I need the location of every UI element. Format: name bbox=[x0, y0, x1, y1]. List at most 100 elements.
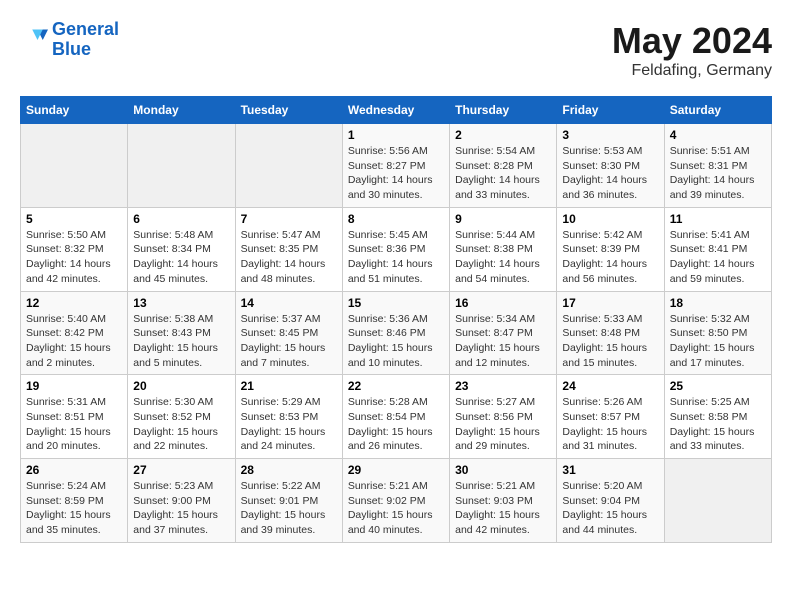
calendar-cell bbox=[128, 124, 235, 208]
col-header-monday: Monday bbox=[128, 97, 235, 124]
day-info: Sunrise: 5:56 AM Sunset: 8:27 PM Dayligh… bbox=[348, 144, 444, 203]
day-number: 12 bbox=[26, 296, 122, 310]
calendar-cell: 18 Sunrise: 5:32 AM Sunset: 8:50 PM Dayli… bbox=[664, 291, 771, 375]
day-number: 21 bbox=[241, 379, 337, 393]
day-info: Sunrise: 5:47 AM Sunset: 8:35 PM Dayligh… bbox=[241, 228, 337, 287]
day-number: 3 bbox=[562, 128, 658, 142]
calendar-cell: 12 Sunrise: 5:40 AM Sunset: 8:42 PM Dayli… bbox=[21, 291, 128, 375]
day-number: 9 bbox=[455, 212, 551, 226]
col-header-thursday: Thursday bbox=[450, 97, 557, 124]
day-info: Sunrise: 5:31 AM Sunset: 8:51 PM Dayligh… bbox=[26, 395, 122, 454]
day-number: 16 bbox=[455, 296, 551, 310]
day-info: Sunrise: 5:41 AM Sunset: 8:41 PM Dayligh… bbox=[670, 228, 766, 287]
col-header-sunday: Sunday bbox=[21, 97, 128, 124]
day-info: Sunrise: 5:38 AM Sunset: 8:43 PM Dayligh… bbox=[133, 312, 229, 371]
calendar-week-2: 5Sunrise: 5:50 AM Sunset: 8:32 PM Daylig… bbox=[21, 207, 772, 291]
calendar-cell: 4 Sunrise: 5:51 AM Sunset: 8:31 PM Daylig… bbox=[664, 124, 771, 208]
calendar-cell: 5Sunrise: 5:50 AM Sunset: 8:32 PM Daylig… bbox=[21, 207, 128, 291]
day-info: Sunrise: 5:45 AM Sunset: 8:36 PM Dayligh… bbox=[348, 228, 444, 287]
day-number: 28 bbox=[241, 463, 337, 477]
calendar-cell: 6 Sunrise: 5:48 AM Sunset: 8:34 PM Daylig… bbox=[128, 207, 235, 291]
day-info: Sunrise: 5:32 AM Sunset: 8:50 PM Dayligh… bbox=[670, 312, 766, 371]
day-info: Sunrise: 5:37 AM Sunset: 8:45 PM Dayligh… bbox=[241, 312, 337, 371]
day-number: 24 bbox=[562, 379, 658, 393]
day-info: Sunrise: 5:26 AM Sunset: 8:57 PM Dayligh… bbox=[562, 395, 658, 454]
day-info: Sunrise: 5:22 AM Sunset: 9:01 PM Dayligh… bbox=[241, 479, 337, 538]
day-number: 7 bbox=[241, 212, 337, 226]
calendar-cell: 17 Sunrise: 5:33 AM Sunset: 8:48 PM Dayli… bbox=[557, 291, 664, 375]
day-number: 23 bbox=[455, 379, 551, 393]
calendar-cell: 14Sunrise: 5:37 AM Sunset: 8:45 PM Dayli… bbox=[235, 291, 342, 375]
calendar-cell: 16Sunrise: 5:34 AM Sunset: 8:47 PM Dayli… bbox=[450, 291, 557, 375]
col-header-saturday: Saturday bbox=[664, 97, 771, 124]
calendar-cell: 29 Sunrise: 5:21 AM Sunset: 9:02 PM Dayli… bbox=[342, 459, 449, 543]
calendar-cell: 28 Sunrise: 5:22 AM Sunset: 9:01 PM Dayli… bbox=[235, 459, 342, 543]
calendar-body: 1 Sunrise: 5:56 AM Sunset: 8:27 PM Daylig… bbox=[21, 124, 772, 543]
day-info: Sunrise: 5:27 AM Sunset: 8:56 PM Dayligh… bbox=[455, 395, 551, 454]
logo-line1: General bbox=[52, 19, 119, 39]
calendar-cell: 25Sunrise: 5:25 AM Sunset: 8:58 PM Dayli… bbox=[664, 375, 771, 459]
calendar-cell: 23 Sunrise: 5:27 AM Sunset: 8:56 PM Dayli… bbox=[450, 375, 557, 459]
calendar-table: SundayMondayTuesdayWednesdayThursdayFrid… bbox=[20, 96, 772, 543]
day-info: Sunrise: 5:30 AM Sunset: 8:52 PM Dayligh… bbox=[133, 395, 229, 454]
day-number: 4 bbox=[670, 128, 766, 142]
calendar-cell bbox=[664, 459, 771, 543]
day-info: Sunrise: 5:54 AM Sunset: 8:28 PM Dayligh… bbox=[455, 144, 551, 203]
day-number: 26 bbox=[26, 463, 122, 477]
calendar-week-3: 12 Sunrise: 5:40 AM Sunset: 8:42 PM Dayli… bbox=[21, 291, 772, 375]
calendar-header-row: SundayMondayTuesdayWednesdayThursdayFrid… bbox=[21, 97, 772, 124]
day-number: 17 bbox=[562, 296, 658, 310]
day-info: Sunrise: 5:44 AM Sunset: 8:38 PM Dayligh… bbox=[455, 228, 551, 287]
calendar-week-1: 1 Sunrise: 5:56 AM Sunset: 8:27 PM Daylig… bbox=[21, 124, 772, 208]
day-number: 10 bbox=[562, 212, 658, 226]
calendar-cell: 27Sunrise: 5:23 AM Sunset: 9:00 PM Dayli… bbox=[128, 459, 235, 543]
day-info: Sunrise: 5:29 AM Sunset: 8:53 PM Dayligh… bbox=[241, 395, 337, 454]
day-info: Sunrise: 5:24 AM Sunset: 8:59 PM Dayligh… bbox=[26, 479, 122, 538]
calendar-cell: 8 Sunrise: 5:45 AM Sunset: 8:36 PM Daylig… bbox=[342, 207, 449, 291]
logo-icon bbox=[20, 26, 48, 54]
day-info: Sunrise: 5:48 AM Sunset: 8:34 PM Dayligh… bbox=[133, 228, 229, 287]
logo-line2: Blue bbox=[52, 39, 91, 59]
day-number: 6 bbox=[133, 212, 229, 226]
calendar-cell: 11 Sunrise: 5:41 AM Sunset: 8:41 PM Dayli… bbox=[664, 207, 771, 291]
calendar-cell: 31Sunrise: 5:20 AM Sunset: 9:04 PM Dayli… bbox=[557, 459, 664, 543]
day-number: 11 bbox=[670, 212, 766, 226]
calendar-cell: 21 Sunrise: 5:29 AM Sunset: 8:53 PM Dayli… bbox=[235, 375, 342, 459]
logo: General Blue bbox=[20, 20, 119, 60]
day-info: Sunrise: 5:40 AM Sunset: 8:42 PM Dayligh… bbox=[26, 312, 122, 371]
day-number: 30 bbox=[455, 463, 551, 477]
day-info: Sunrise: 5:25 AM Sunset: 8:58 PM Dayligh… bbox=[670, 395, 766, 454]
day-info: Sunrise: 5:21 AM Sunset: 9:02 PM Dayligh… bbox=[348, 479, 444, 538]
calendar-cell: 22Sunrise: 5:28 AM Sunset: 8:54 PM Dayli… bbox=[342, 375, 449, 459]
day-info: Sunrise: 5:23 AM Sunset: 9:00 PM Dayligh… bbox=[133, 479, 229, 538]
day-info: Sunrise: 5:33 AM Sunset: 8:48 PM Dayligh… bbox=[562, 312, 658, 371]
calendar-cell: 1 Sunrise: 5:56 AM Sunset: 8:27 PM Daylig… bbox=[342, 124, 449, 208]
day-number: 20 bbox=[133, 379, 229, 393]
day-info: Sunrise: 5:53 AM Sunset: 8:30 PM Dayligh… bbox=[562, 144, 658, 203]
day-info: Sunrise: 5:36 AM Sunset: 8:46 PM Dayligh… bbox=[348, 312, 444, 371]
calendar-cell: 19Sunrise: 5:31 AM Sunset: 8:51 PM Dayli… bbox=[21, 375, 128, 459]
col-header-friday: Friday bbox=[557, 97, 664, 124]
day-info: Sunrise: 5:50 AM Sunset: 8:32 PM Dayligh… bbox=[26, 228, 122, 287]
day-number: 1 bbox=[348, 128, 444, 142]
day-number: 8 bbox=[348, 212, 444, 226]
day-number: 2 bbox=[455, 128, 551, 142]
col-header-wednesday: Wednesday bbox=[342, 97, 449, 124]
month-title: May 2024 bbox=[612, 20, 772, 62]
day-number: 29 bbox=[348, 463, 444, 477]
calendar-cell: 9 Sunrise: 5:44 AM Sunset: 8:38 PM Daylig… bbox=[450, 207, 557, 291]
day-info: Sunrise: 5:21 AM Sunset: 9:03 PM Dayligh… bbox=[455, 479, 551, 538]
location-subtitle: Feldafing, Germany bbox=[612, 62, 772, 80]
day-info: Sunrise: 5:28 AM Sunset: 8:54 PM Dayligh… bbox=[348, 395, 444, 454]
page-header: General Blue May 2024 Feldafing, Germany bbox=[20, 20, 772, 80]
day-number: 13 bbox=[133, 296, 229, 310]
day-info: Sunrise: 5:42 AM Sunset: 8:39 PM Dayligh… bbox=[562, 228, 658, 287]
day-number: 18 bbox=[670, 296, 766, 310]
calendar-week-4: 19Sunrise: 5:31 AM Sunset: 8:51 PM Dayli… bbox=[21, 375, 772, 459]
calendar-cell: 30 Sunrise: 5:21 AM Sunset: 9:03 PM Dayli… bbox=[450, 459, 557, 543]
calendar-cell: 3 Sunrise: 5:53 AM Sunset: 8:30 PM Daylig… bbox=[557, 124, 664, 208]
calendar-cell: 2 Sunrise: 5:54 AM Sunset: 8:28 PM Daylig… bbox=[450, 124, 557, 208]
day-info: Sunrise: 5:51 AM Sunset: 8:31 PM Dayligh… bbox=[670, 144, 766, 203]
day-info: Sunrise: 5:20 AM Sunset: 9:04 PM Dayligh… bbox=[562, 479, 658, 538]
calendar-cell: 20 Sunrise: 5:30 AM Sunset: 8:52 PM Dayli… bbox=[128, 375, 235, 459]
